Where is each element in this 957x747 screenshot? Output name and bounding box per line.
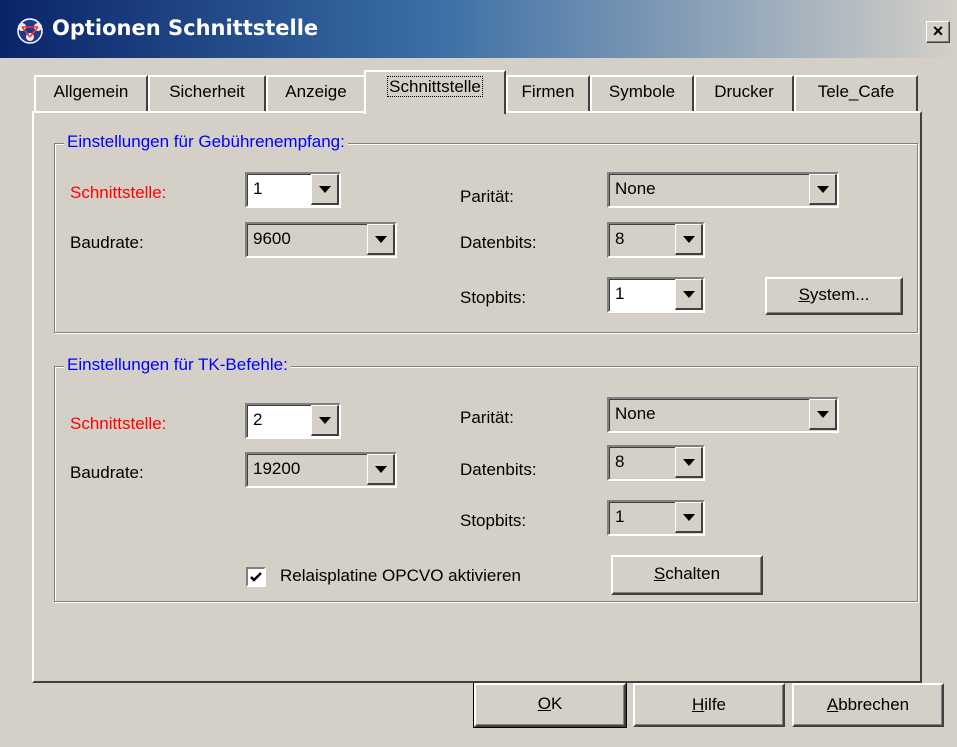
system-button-mnemonic: S	[798, 285, 810, 304]
relais-checkbox[interactable]	[246, 567, 266, 587]
stopbits-label: Stopbits:	[460, 288, 527, 307]
schnittstelle-label: Schnittstelle:	[70, 183, 167, 202]
baudrate-label: Baudrate:	[70, 233, 144, 252]
schalten-button[interactable]: Schalten	[611, 555, 763, 595]
tab-allgemein[interactable]: Allgemein	[34, 75, 148, 111]
datenbits-label: Datenbits:	[460, 460, 537, 479]
tab-label: Tele_Cafe	[817, 82, 895, 101]
tab-firmen[interactable]: Firmen	[506, 75, 590, 111]
baudrate-label: Baudrate:	[70, 463, 144, 482]
chevron-down-icon[interactable]	[367, 224, 395, 255]
tab-label: Schnittstelle	[387, 76, 483, 97]
group-legend: Einstellungen für TK-Befehle:	[64, 355, 291, 375]
close-icon: ×	[932, 21, 944, 41]
chevron-down-icon[interactable]	[675, 224, 703, 255]
tab-label: Anzeige	[285, 82, 347, 101]
schnittstelle-label: Schnittstelle:	[70, 414, 167, 433]
ok-button-label: K	[550, 694, 563, 713]
ok-button[interactable]: OK	[473, 682, 627, 728]
abbrechen-button[interactable]: Abbrechen	[792, 683, 944, 727]
select-value: None	[615, 404, 656, 423]
select-value: 8	[615, 452, 625, 471]
tab-label: Symbole	[608, 82, 676, 101]
datenbits-select[interactable]: 8	[607, 222, 705, 258]
chevron-down-icon[interactable]	[675, 502, 703, 533]
checkmark-icon	[250, 572, 262, 582]
stopbits-select[interactable]: 1	[607, 500, 705, 536]
ok-button-mnemonic: O	[537, 694, 551, 713]
relais-label[interactable]: Relaisplatine OPCVO aktivieren	[280, 566, 521, 586]
system-button[interactable]: System...	[765, 277, 903, 315]
chevron-down-icon[interactable]	[311, 405, 339, 436]
tab-sicherheit[interactable]: Sicherheit	[148, 75, 266, 111]
select-value: 8	[615, 229, 625, 248]
paritaet-select[interactable]: None	[607, 172, 839, 208]
paritaet-label: Parität:	[460, 187, 514, 206]
select-value: None	[615, 179, 656, 198]
tab-anzeige[interactable]: Anzeige	[266, 75, 366, 111]
hilfe-button-label: ilfe	[704, 695, 726, 714]
baudrate-select[interactable]: 19200	[245, 452, 397, 488]
app-network-icon[interactable]	[14, 17, 46, 45]
tab-schnittstelle[interactable]: Schnittstelle	[364, 70, 506, 114]
chevron-down-icon[interactable]	[311, 174, 339, 205]
tab-label: Sicherheit	[169, 82, 245, 101]
chevron-down-icon[interactable]	[809, 399, 837, 430]
schalten-button-mnemonic: S	[653, 564, 666, 583]
select-value: 1	[615, 284, 625, 303]
hilfe-button-mnemonic: H	[691, 695, 705, 714]
select-value: 1	[615, 507, 625, 526]
stopbits-select[interactable]: 1	[607, 277, 705, 313]
tab-tele-cafe[interactable]: Tele_Cafe	[794, 75, 918, 111]
paritaet-label: Parität:	[460, 408, 514, 427]
close-button[interactable]: ×	[926, 21, 950, 43]
datenbits-label: Datenbits:	[460, 233, 537, 252]
tab-label: Firmen	[521, 82, 575, 101]
tab-symbole[interactable]: Symbole	[590, 75, 694, 111]
abbrechen-button-mnemonic: A	[826, 695, 839, 714]
chevron-down-icon[interactable]	[367, 454, 395, 485]
stopbits-label: Stopbits:	[460, 511, 527, 530]
baudrate-select[interactable]: 9600	[245, 222, 397, 258]
tab-label: Allgemein	[53, 82, 129, 101]
select-value: 2	[253, 410, 263, 429]
chevron-down-icon[interactable]	[809, 174, 837, 205]
tab-label: Drucker	[714, 82, 774, 101]
datenbits-select[interactable]: 8	[607, 445, 705, 481]
select-value: 1	[253, 179, 263, 198]
system-button-label: ystem...	[809, 285, 870, 304]
select-value: 19200	[253, 459, 301, 478]
window-title: Optionen Schnittstelle	[52, 16, 319, 40]
hilfe-button[interactable]: Hilfe	[633, 683, 785, 727]
chevron-down-icon[interactable]	[675, 447, 703, 478]
abbrechen-button-label: bbrechen	[838, 695, 910, 714]
schnittstelle-select[interactable]: 2	[245, 403, 341, 439]
paritaet-select[interactable]: None	[607, 397, 839, 433]
chevron-down-icon[interactable]	[675, 279, 703, 310]
select-value: 9600	[253, 229, 291, 248]
tab-drucker[interactable]: Drucker	[694, 75, 794, 111]
group-legend: Einstellungen für Gebührenempfang:	[64, 132, 348, 152]
schnittstelle-select[interactable]: 1	[245, 172, 341, 208]
schalten-button-label: chalten	[665, 564, 721, 583]
